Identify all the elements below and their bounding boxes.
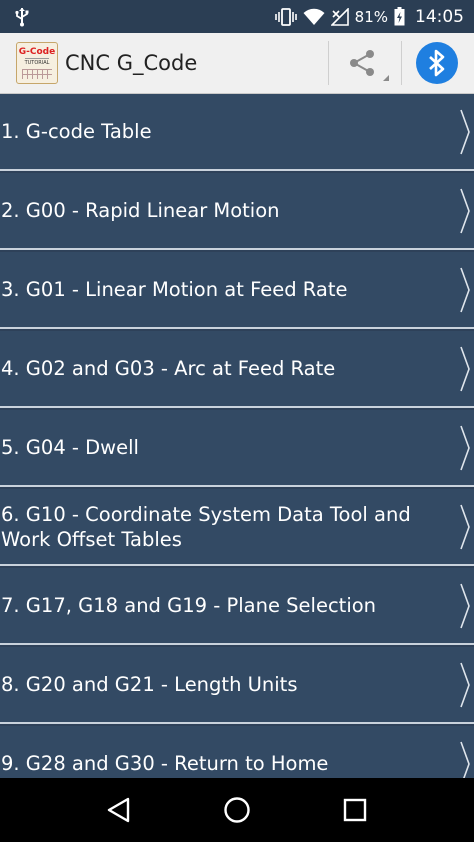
app-title: CNC G_Code [65,51,198,75]
chevron-right-icon [460,267,470,312]
logo-text-top: G-Code [18,47,56,57]
list-item[interactable]: 3. G01 - Linear Motion at Feed Rate [0,252,474,329]
list-item-label: 4. G02 and G03 - Arc at Feed Rate [1,357,336,380]
chevron-right-icon [460,504,470,549]
topic-list[interactable]: 1. G-code Table 2. G00 - Rapid Linear Mo… [0,94,474,778]
cell-signal-icon [330,7,349,26]
battery-percent: 81% [354,7,388,26]
list-item-label: 6. G10 - Coordinate System Data Tool and… [1,502,411,551]
list-item-label: 8. G20 and G21 - Length Units [1,673,298,696]
list-item-label: 9. G28 and G30 - Return to Home [1,752,329,775]
status-time: 14:05 [415,6,464,27]
logo-grid [22,69,52,79]
home-icon [224,797,250,823]
list-item[interactable]: 7. G17, G18 and G19 - Plane Selection [0,568,474,645]
list-item-label: 7. G17, G18 and G19 - Plane Selection [1,594,377,617]
chevron-right-icon [460,583,470,628]
list-item-label: 2. G00 - Rapid Linear Motion [1,199,280,222]
wifi-icon [303,8,325,26]
list-item[interactable]: 5. G04 - Dwell [0,410,474,487]
list-item[interactable]: 1. G-code Table [0,94,474,171]
navigation-bar [0,778,474,842]
action-divider [401,41,402,85]
overflow-corner [383,75,389,81]
list-item[interactable]: 4. G02 and G03 - Arc at Feed Rate [0,331,474,408]
logo-text-bottom: TUTORIAL [24,58,50,66]
share-icon [350,50,374,76]
back-icon [107,797,130,823]
home-button[interactable] [207,780,267,840]
list-item[interactable]: 8. G20 and G21 - Length Units [0,647,474,724]
recents-icon [343,798,367,822]
chevron-right-icon [460,188,470,233]
list-item-label: 3. G01 - Linear Motion at Feed Rate [1,278,348,301]
list-item-label: 5. G04 - Dwell [1,436,139,459]
app-logo: G-Code TUTORIAL [16,42,58,84]
vibrate-icon [274,7,297,26]
chevron-right-icon [460,346,470,391]
recents-button[interactable] [325,780,385,840]
list-item[interactable]: 9. G28 and G30 - Return to Home [0,726,474,778]
battery-icon [394,7,405,26]
list-item[interactable]: 2. G00 - Rapid Linear Motion [0,173,474,250]
bluetooth-button[interactable] [416,42,458,84]
chevron-right-icon [460,425,470,470]
status-bar: 81% 14:05 [0,0,474,33]
action-bar: G-Code TUTORIAL CNC G_Code [0,33,474,94]
chevron-right-icon [460,109,470,154]
list-item[interactable]: 6. G10 - Coordinate System Data Tool and… [0,489,474,566]
back-button[interactable] [89,780,149,840]
usb-icon [14,7,30,27]
chevron-right-icon [460,662,470,707]
list-item-label: 1. G-code Table [1,120,152,143]
chevron-right-icon [460,741,470,778]
share-button[interactable] [329,41,395,85]
bluetooth-icon [429,49,445,77]
